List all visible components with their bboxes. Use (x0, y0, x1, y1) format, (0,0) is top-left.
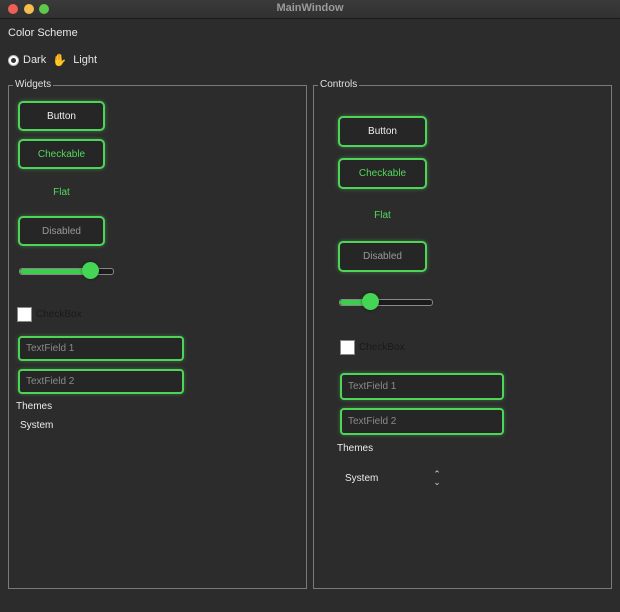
controls-slider[interactable] (339, 293, 433, 310)
controls-textfield-1[interactable]: TextField 1 (340, 373, 504, 400)
widgets-checkbox-label[interactable]: CheckBox (36, 309, 82, 320)
widgets-disabled-button: Disabled (18, 216, 105, 246)
controls-button[interactable]: Button (338, 116, 427, 147)
controls-disabled-button: Disabled (338, 241, 427, 272)
controls-textfield-2[interactable]: TextField 2 (340, 408, 504, 435)
widgets-slider-fill (20, 269, 90, 274)
widgets-slider-handle[interactable] (81, 262, 99, 279)
widgets-checkbox[interactable] (17, 307, 32, 322)
controls-checkbox-label[interactable]: CheckBox (359, 342, 405, 353)
widgets-textfield-1[interactable]: TextField 1 (18, 336, 184, 361)
controls-flat-button[interactable]: Flat (338, 210, 427, 221)
window-title: MainWindow (276, 2, 344, 14)
controls-checkbox-row[interactable]: CheckBox (340, 340, 405, 355)
widgets-slider[interactable] (19, 262, 114, 279)
controls-themes-combobox[interactable]: System (345, 473, 378, 484)
controls-group-title: Controls (318, 79, 360, 90)
dark-radio-label[interactable]: Dark (23, 54, 46, 66)
light-radio-label[interactable]: Light (73, 54, 97, 66)
widgets-group: Widgets Button Checkable Flat Disabled C… (8, 79, 307, 589)
color-scheme-label: Color Scheme (8, 27, 78, 39)
widgets-checkbox-row[interactable]: CheckBox (17, 307, 82, 322)
widgets-themes-combobox[interactable]: System (20, 420, 53, 431)
controls-themes-label: Themes (337, 443, 374, 454)
controls-slider-handle[interactable] (362, 293, 380, 310)
dark-radio[interactable] (8, 54, 19, 66)
widgets-textfield-2[interactable]: TextField 2 (18, 369, 184, 394)
mouse-cursor-icon: ✋ (52, 53, 68, 67)
controls-themes-spinner-icon[interactable]: ⌃ ⌄ (431, 470, 443, 487)
title-bar: MainWindow (0, 0, 620, 19)
controls-checkable-button[interactable]: Checkable (338, 158, 427, 189)
main-content: Color Scheme Dark ✋ Light Widgets Button… (0, 19, 620, 612)
color-scheme-radio-group: Dark ✋ Light (8, 53, 103, 67)
controls-group: Controls Button Checkable Flat Disabled … (313, 79, 612, 589)
widgets-checkable-button[interactable]: Checkable (18, 139, 105, 169)
widgets-themes-label: Themes (16, 401, 53, 412)
widgets-flat-button[interactable]: Flat (18, 187, 105, 198)
controls-checkbox[interactable] (340, 340, 355, 355)
widgets-button[interactable]: Button (18, 101, 105, 131)
widgets-group-title: Widgets (13, 79, 54, 90)
